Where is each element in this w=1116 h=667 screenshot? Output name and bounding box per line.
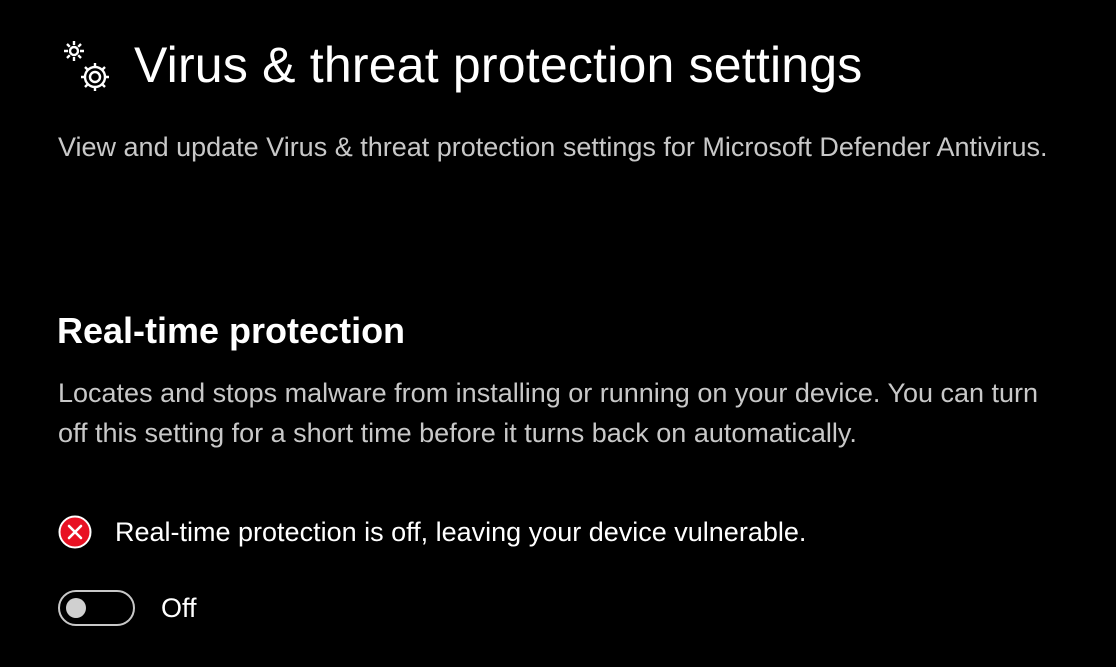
- realtime-protection-toggle[interactable]: [58, 590, 135, 626]
- toggle-knob: [66, 598, 86, 618]
- page-header: Virus & threat protection settings: [58, 30, 862, 100]
- settings-page: Virus & threat protection settings View …: [0, 0, 1116, 667]
- gears-icon: [58, 37, 114, 93]
- section-description-realtime: Locates and stops malware from installin…: [58, 378, 1039, 448]
- page-subtitle: View and update Virus & threat protectio…: [58, 132, 1048, 162]
- realtime-toggle-row: Off: [58, 590, 197, 626]
- page-title: Virus & threat protection settings: [134, 37, 863, 93]
- error-circle-icon: [58, 515, 92, 549]
- status-text: Real-time protection is off, leaving you…: [115, 517, 807, 547]
- toggle-state-label: Off: [161, 593, 197, 623]
- section-title-realtime: Real-time protection: [57, 310, 406, 351]
- status-message: Real-time protection is off, leaving you…: [58, 514, 806, 550]
